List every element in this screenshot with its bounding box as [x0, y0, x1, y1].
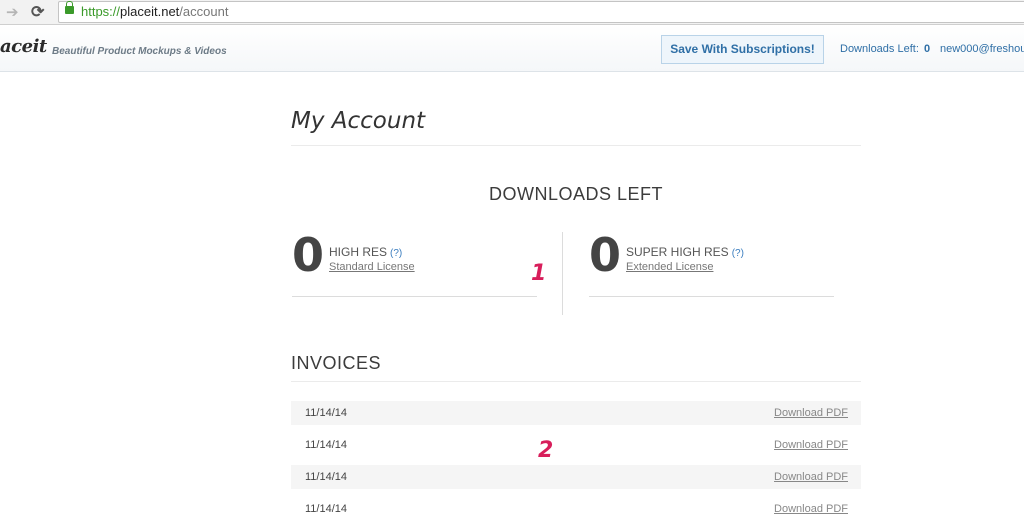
invoice-row: 11/14/14 Download PDF	[291, 433, 861, 457]
super-high-res-label: SUPER HIGH RES	[626, 245, 729, 259]
title-divider	[291, 145, 861, 146]
site-logo[interactable]: aceit	[0, 36, 47, 57]
super-high-res-help-link[interactable]: (?)	[732, 248, 744, 259]
high-res-help-link[interactable]: (?)	[390, 248, 402, 259]
invoice-date: 11/14/14	[305, 471, 348, 483]
url-text[interactable]: https://placeit.net/account	[81, 4, 228, 19]
downloads-left-heading: DOWNLOADS LEFT	[488, 184, 664, 204]
lock-icon	[65, 1, 74, 14]
super-high-res-title: SUPER HIGH RES (?)	[626, 245, 744, 259]
download-pdf-link[interactable]: Download PDF	[774, 407, 848, 419]
user-account-link[interactable]: new000@freshou	[940, 43, 1024, 55]
invoices-heading: INVOICES	[291, 353, 382, 373]
site-header: aceit Beautiful Product Mockups & Videos…	[0, 25, 1024, 72]
download-pdf-link[interactable]: Download PDF	[774, 503, 848, 515]
annotation-marker-1: 1	[531, 261, 547, 286]
url-host: placeit.net	[120, 4, 180, 19]
url-path: /account	[179, 4, 229, 19]
url-scheme: https://	[81, 4, 121, 19]
address-bar[interactable]: https://placeit.net/account	[58, 1, 1024, 23]
forward-arrow-icon[interactable]: ➔	[6, 3, 19, 21]
downloads-left-count: 0	[923, 43, 931, 55]
page-title: My Account	[291, 108, 426, 134]
invoice-row: 11/14/14 Download PDF	[291, 465, 861, 489]
high-res-count: 0	[292, 228, 325, 282]
invoice-date: 11/14/14	[305, 439, 348, 451]
annotation-marker-2: 2	[538, 438, 554, 463]
invoices-divider	[291, 381, 861, 382]
download-pdf-link[interactable]: Download PDF	[774, 439, 848, 451]
downloads-left-indicator[interactable]: Downloads Left: 0	[840, 43, 930, 55]
extended-license-link[interactable]: Extended License	[626, 261, 713, 273]
downloads-left-label: Downloads Left:	[840, 43, 919, 55]
invoice-row: 11/14/14 Download PDF	[291, 497, 861, 521]
invoice-date: 11/14/14	[305, 407, 348, 419]
invoice-row: 11/14/14 Download PDF	[291, 401, 861, 425]
super-high-res-count: 0	[589, 228, 622, 282]
panel-divider	[292, 296, 537, 297]
download-pdf-link[interactable]: Download PDF	[774, 471, 848, 483]
standard-license-link[interactable]: Standard License	[329, 261, 415, 273]
save-with-subscriptions-button[interactable]: Save With Subscriptions!	[661, 35, 824, 64]
browser-toolbar: ➔ ⟳ https://placeit.net/account	[0, 0, 1024, 25]
high-res-title: HIGH RES (?)	[329, 245, 402, 259]
high-res-panel: 0 HIGH RES (?) Standard License	[292, 228, 542, 298]
invoice-date: 11/14/14	[305, 503, 348, 515]
panel-divider	[589, 296, 834, 297]
site-tagline: Beautiful Product Mockups & Videos	[52, 46, 227, 57]
high-res-label: HIGH RES	[329, 245, 388, 259]
super-high-res-panel: 0 SUPER HIGH RES (?) Extended License	[589, 228, 839, 298]
panel-vertical-divider	[562, 232, 563, 315]
reload-icon[interactable]: ⟳	[31, 2, 44, 22]
